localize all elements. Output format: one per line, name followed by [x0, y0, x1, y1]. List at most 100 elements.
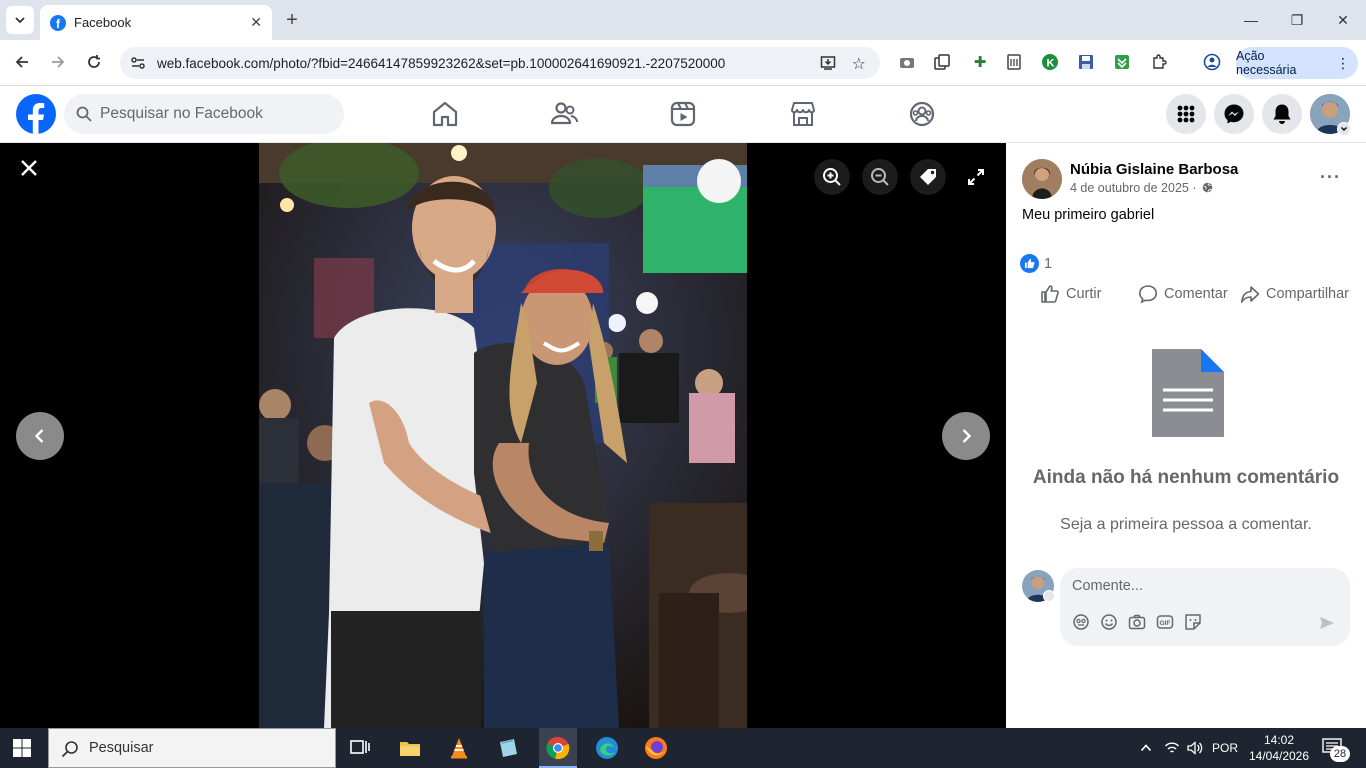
- next-photo-button[interactable]: [942, 412, 990, 460]
- search-placeholder: Pesquisar no Facebook: [100, 105, 263, 122]
- browser-tab[interactable]: f Facebook ✕: [40, 5, 272, 40]
- close-viewer-button[interactable]: [14, 153, 44, 183]
- bookmark-star-icon[interactable]: ☆: [852, 54, 866, 74]
- minimize-button[interactable]: —: [1228, 0, 1274, 40]
- comment-label: Comentar: [1164, 286, 1228, 302]
- copy-extension-icon[interactable]: [930, 50, 954, 74]
- reload-button[interactable]: [82, 50, 106, 74]
- chrome-icon: [546, 736, 570, 760]
- window-controls: — ❐ ✕: [1228, 0, 1366, 40]
- home-icon[interactable]: [430, 99, 460, 129]
- edge-icon[interactable]: [595, 736, 619, 760]
- reaction-count[interactable]: 1: [1044, 256, 1052, 272]
- author-name[interactable]: Núbia Gislaine Barbosa: [1070, 161, 1238, 178]
- wifi-icon[interactable]: [1164, 740, 1180, 756]
- globe-icon: [1202, 182, 1213, 193]
- chevron-up-icon[interactable]: [1140, 742, 1152, 754]
- zoom-out-button[interactable]: [862, 159, 898, 195]
- windows-taskbar: Pesquisar POR 14:02 14/04/2026 28: [0, 728, 1366, 768]
- post-caption: Meu primeiro gabriel: [1022, 207, 1155, 223]
- more-options-icon[interactable]: ···: [1320, 167, 1341, 188]
- zoom-out-icon: [871, 168, 889, 186]
- new-tab-button[interactable]: +: [278, 6, 306, 34]
- avatar-sticker-icon[interactable]: [1072, 613, 1090, 631]
- facebook-header: Pesquisar no Facebook: [0, 86, 1366, 143]
- chevron-down-icon: [15, 17, 25, 24]
- post-date[interactable]: 4 de outubro de 2025 ·: [1070, 181, 1213, 195]
- facebook-search[interactable]: Pesquisar no Facebook: [64, 94, 344, 134]
- taskbar-search[interactable]: Pesquisar: [48, 728, 336, 768]
- profile-icon[interactable]: [1200, 50, 1224, 74]
- search-icon: [61, 741, 78, 758]
- share-button[interactable]: Compartilhar: [1240, 283, 1349, 305]
- extensions-puzzle-icon[interactable]: [1147, 50, 1171, 74]
- task-view-icon[interactable]: [348, 736, 372, 760]
- friends-icon[interactable]: [549, 99, 579, 129]
- video-icon[interactable]: [668, 99, 698, 129]
- post-details-panel: Núbia Gislaine Barbosa 4 de outubro de 2…: [1006, 143, 1366, 728]
- tag-button[interactable]: [910, 159, 946, 195]
- groups-icon[interactable]: [907, 99, 937, 129]
- file-explorer-icon[interactable]: [398, 736, 422, 760]
- post-photo[interactable]: [259, 143, 747, 728]
- comment-icon: [1138, 285, 1158, 304]
- forward-button[interactable]: [46, 50, 70, 74]
- send-icon[interactable]: [1318, 614, 1336, 632]
- account-chevron-icon[interactable]: [1337, 122, 1351, 136]
- like-reaction-icon[interactable]: [1020, 254, 1039, 273]
- messenger-button[interactable]: [1214, 94, 1254, 134]
- vlc-icon[interactable]: [447, 736, 471, 760]
- camera-extension-icon[interactable]: [895, 50, 919, 74]
- previous-photo-button[interactable]: [16, 412, 64, 460]
- back-button[interactable]: [10, 50, 34, 74]
- site-info-icon[interactable]: [130, 55, 146, 74]
- camera-icon[interactable]: [1128, 613, 1146, 631]
- fullscreen-icon: [968, 169, 984, 185]
- facebook-logo[interactable]: [16, 94, 56, 134]
- chrome-taskbar-button[interactable]: [539, 728, 577, 768]
- comment-button[interactable]: Comentar: [1138, 283, 1228, 305]
- install-app-icon[interactable]: [820, 55, 836, 74]
- green-extension-icon[interactable]: [1110, 50, 1134, 74]
- save-extension-icon[interactable]: [1074, 50, 1098, 74]
- commenter-chevron-icon[interactable]: [1043, 590, 1055, 602]
- close-window-button[interactable]: ✕: [1320, 0, 1366, 40]
- close-tab-icon[interactable]: ✕: [250, 14, 262, 31]
- address-bar[interactable]: web.facebook.com/photo/?fbid=24664147859…: [120, 47, 880, 79]
- start-button[interactable]: [12, 738, 32, 763]
- system-clock[interactable]: 14:02 14/04/2026: [1248, 732, 1310, 764]
- author-avatar[interactable]: [1022, 159, 1062, 199]
- bell-icon: [1273, 104, 1291, 124]
- action-needed-button[interactable]: Ação necessária ⋮: [1236, 47, 1358, 79]
- marketplace-icon[interactable]: [788, 99, 818, 129]
- gif-icon[interactable]: GIF: [1156, 613, 1174, 631]
- notification-center-button[interactable]: 28: [1322, 738, 1352, 762]
- tab-search-button[interactable]: [6, 6, 34, 34]
- clock-time: 14:02: [1263, 733, 1295, 747]
- notifications-button[interactable]: [1262, 94, 1302, 134]
- messenger-icon: [1224, 104, 1244, 124]
- like-button[interactable]: Curtir: [1040, 283, 1101, 305]
- calculator-extension-icon[interactable]: [1002, 50, 1026, 74]
- notes-app-icon[interactable]: [496, 736, 520, 760]
- comment-input[interactable]: Comente... GIF: [1060, 568, 1350, 646]
- share-icon: [1241, 286, 1260, 303]
- zoom-in-button[interactable]: [814, 159, 850, 195]
- photo-image: [259, 143, 747, 728]
- arrow-right-icon: [52, 56, 65, 68]
- k-extension-icon[interactable]: K: [1038, 50, 1062, 74]
- plus-extension-icon[interactable]: ✚: [968, 50, 992, 74]
- emoji-icon[interactable]: [1100, 613, 1118, 631]
- menu-button[interactable]: [1166, 94, 1206, 134]
- photo-viewer: [0, 143, 1006, 728]
- fullscreen-button[interactable]: [958, 159, 994, 195]
- browser-toolbar: web.facebook.com/photo/?fbid=24664147859…: [0, 40, 1366, 86]
- firefox-icon[interactable]: [644, 736, 668, 760]
- sticker-icon[interactable]: [1184, 613, 1202, 631]
- volume-icon[interactable]: [1186, 740, 1204, 756]
- arrow-left-icon: [15, 56, 28, 68]
- chevron-left-icon: [34, 429, 44, 443]
- restore-button[interactable]: ❐: [1274, 0, 1320, 40]
- reload-icon: [88, 55, 100, 68]
- language-indicator[interactable]: POR: [1212, 741, 1238, 755]
